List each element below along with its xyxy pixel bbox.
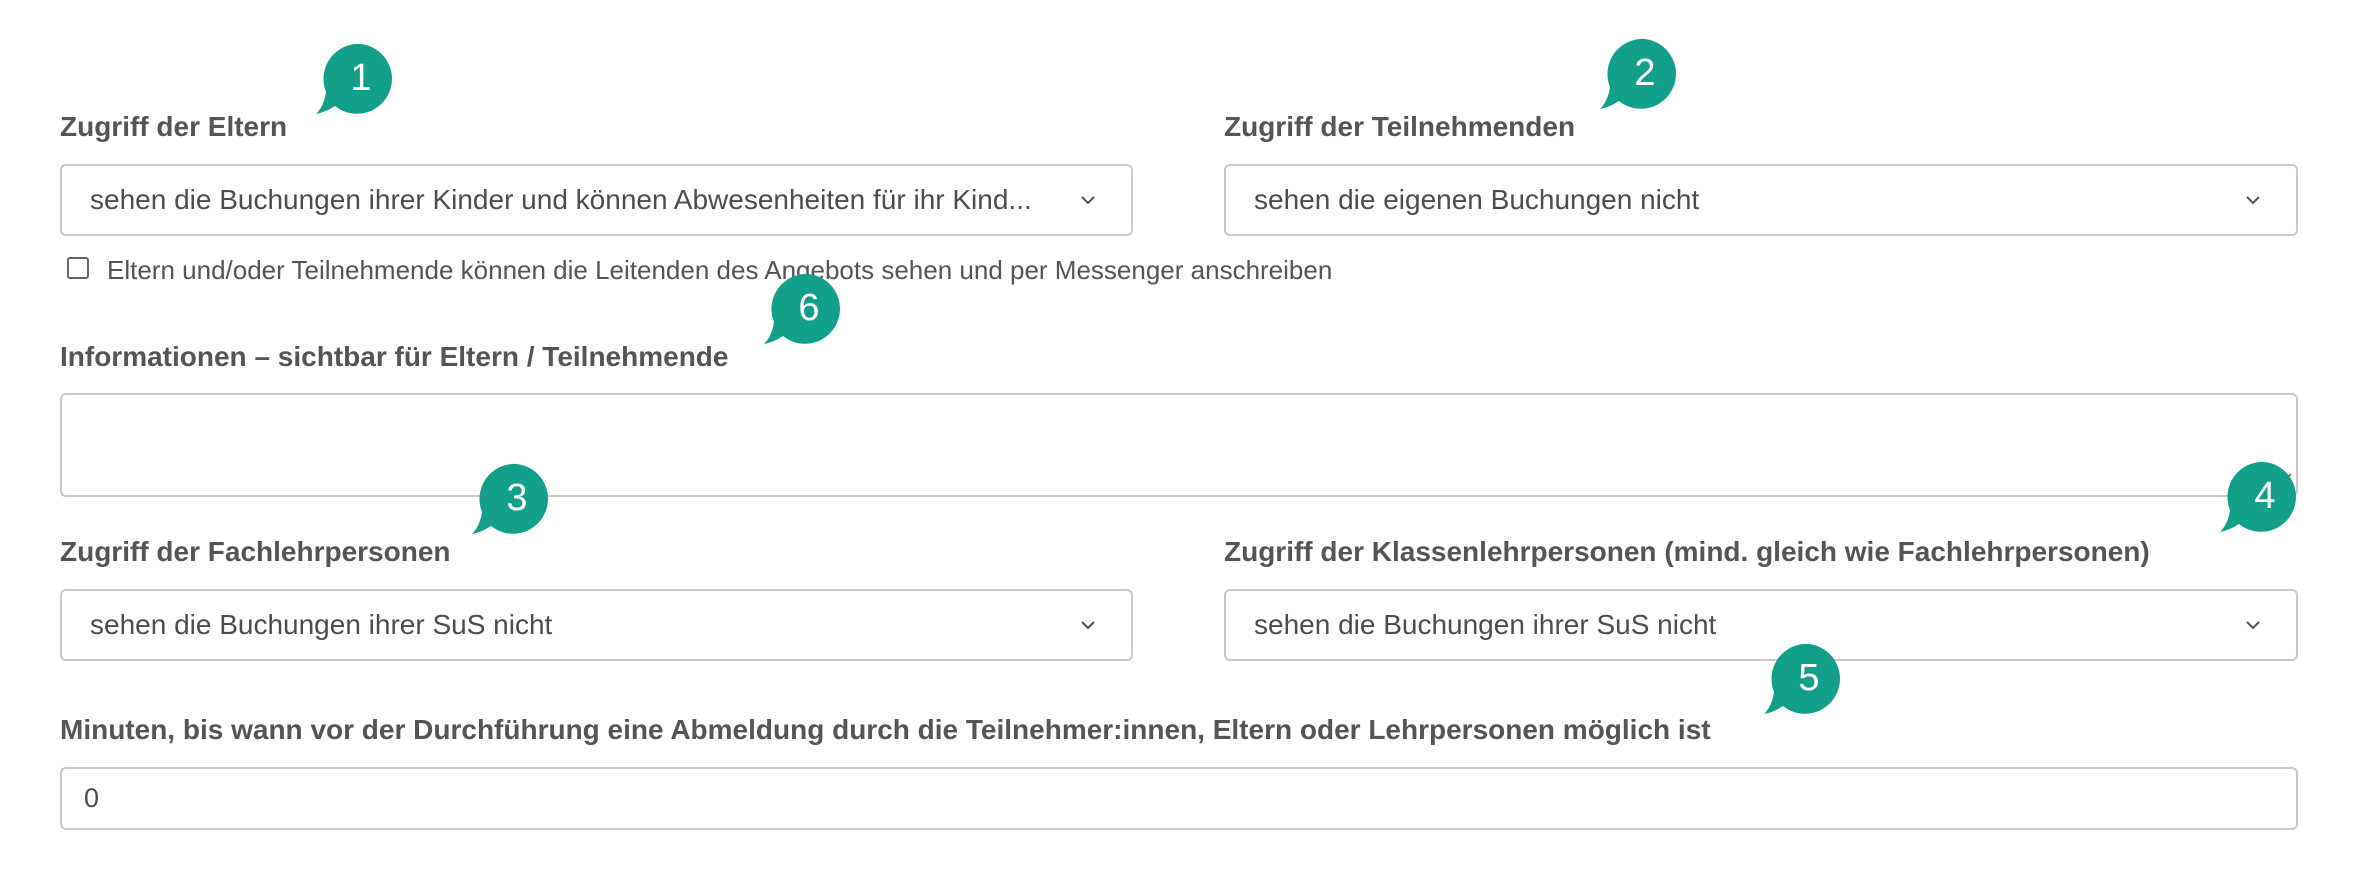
chevron-down-icon <box>1073 620 1103 630</box>
annotation-badge-3: 3 <box>470 462 554 538</box>
cancellation-minutes-input[interactable]: 0 <box>60 767 2298 830</box>
cancellation-minutes-value: 0 <box>84 783 100 813</box>
class-teachers-access-value: sehen die Buchungen ihrer SuS nicht <box>1254 609 1717 640</box>
parents-access-select[interactable]: sehen die Buchungen ihrer Kinder und kön… <box>60 164 1133 236</box>
class-teachers-access-label: Zugriff der Klassenlehrpersonen (mind. g… <box>1224 536 2150 567</box>
info-label: Informationen – sichtbar für Eltern / Te… <box>60 341 729 372</box>
annotation-badge-4: 4 <box>2218 460 2302 536</box>
class-teachers-access-select[interactable]: sehen die Buchungen ihrer SuS nicht <box>1224 589 2298 661</box>
participants-access-select[interactable]: sehen die eigenen Buchungen nicht <box>1224 164 2298 236</box>
chevron-down-icon <box>2238 195 2268 205</box>
annotation-badge-2: 2 <box>1598 37 1682 113</box>
participants-access-value: sehen die eigenen Buchungen nicht <box>1254 184 1700 215</box>
leaders-visible-checkbox[interactable] <box>67 257 89 279</box>
annotation-badge-6: 6 <box>762 272 846 348</box>
leaders-visible-label[interactable]: Eltern und/oder Teilnehmende können die … <box>107 255 1332 286</box>
subject-teachers-access-label: Zugriff der Fachlehrpersonen <box>60 536 451 567</box>
annotation-badge-1: 1 <box>314 42 398 118</box>
participants-access-label: Zugriff der Teilnehmenden <box>1224 111 1576 142</box>
parents-access-label: Zugriff der Eltern <box>60 111 288 142</box>
subject-teachers-access-value: sehen die Buchungen ihrer SuS nicht <box>90 609 553 640</box>
subject-teachers-access-select[interactable]: sehen die Buchungen ihrer SuS nicht <box>60 589 1133 661</box>
info-textarea[interactable] <box>60 393 2298 497</box>
parents-access-value: sehen die Buchungen ihrer Kinder und kön… <box>90 184 1032 215</box>
chevron-down-icon <box>1073 195 1103 205</box>
annotation-badge-5: 5 <box>1762 642 1846 718</box>
chevron-down-icon <box>2238 620 2268 630</box>
cancellation-minutes-label: Minuten, bis wann vor der Durchführung e… <box>60 714 1711 745</box>
